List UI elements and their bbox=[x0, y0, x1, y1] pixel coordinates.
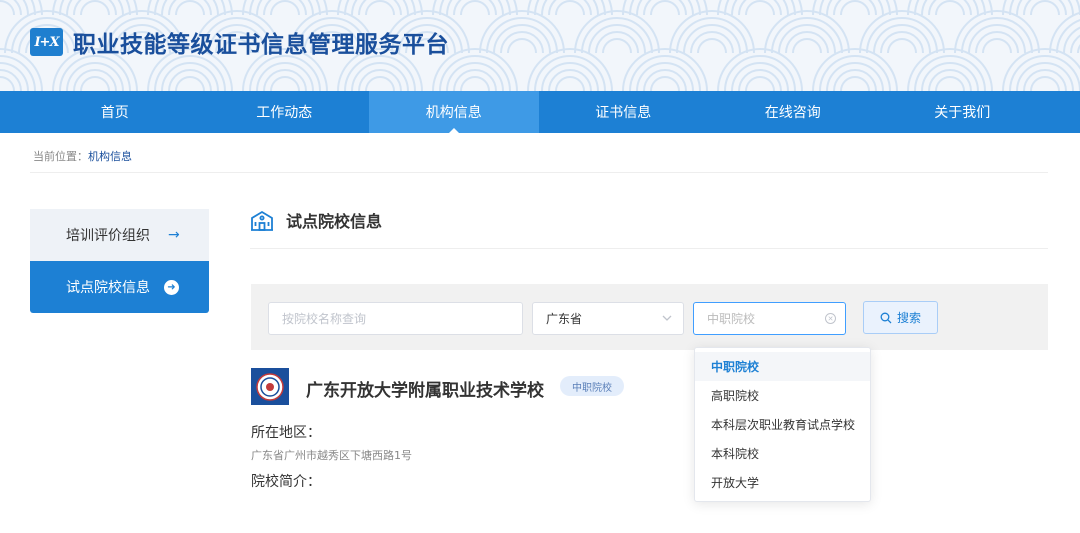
breadcrumb-current[interactable]: 机构信息 bbox=[88, 150, 132, 163]
school-emblem bbox=[251, 368, 289, 405]
sidebar-item-label: 培训评价组织 bbox=[66, 228, 150, 244]
site-title: 职业技能等级证书信息管理服务平台 bbox=[73, 32, 449, 58]
intro-label: 院校简介： bbox=[251, 474, 321, 490]
dropdown-option[interactable]: 本科院校 bbox=[695, 439, 870, 468]
region-value: 广东省广州市越秀区下塘西路1号 bbox=[251, 449, 412, 462]
breadcrumb-prefix: 当前位置： bbox=[33, 150, 88, 163]
nav-item-work-news[interactable]: 工作动态 bbox=[200, 91, 370, 133]
chevron-down-icon bbox=[662, 315, 672, 321]
nav-item-online-consult[interactable]: 在线咨询 bbox=[708, 91, 878, 133]
nav-item-certificate-info[interactable]: 证书信息 bbox=[539, 91, 709, 133]
arrow-circle-icon: ➜ bbox=[164, 279, 179, 295]
dropdown-option[interactable]: 本科层次职业教育试点学校 bbox=[695, 410, 870, 439]
section-title: 试点院校信息 bbox=[286, 212, 383, 231]
dropdown-option[interactable]: 开放大学 bbox=[695, 468, 870, 497]
province-select-value: 广东省 bbox=[546, 312, 583, 326]
nav-item-home[interactable]: 首页 bbox=[30, 91, 200, 133]
search-panel: 按院校名称查询 广东省 中职院校 ✕ 搜索 bbox=[251, 284, 1048, 350]
dropdown-option[interactable]: 高职院校 bbox=[695, 381, 870, 410]
header-banner: I+X 职业技能等级证书信息管理服务平台 bbox=[0, 0, 1080, 91]
nav-item-about-us[interactable]: 关于我们 bbox=[878, 91, 1048, 133]
nav-item-institution-info[interactable]: 机构信息 bbox=[369, 91, 539, 133]
search-button[interactable]: 搜索 bbox=[863, 301, 938, 334]
school-building-icon bbox=[251, 210, 273, 231]
section-header: 试点院校信息 bbox=[250, 208, 382, 232]
school-type-dropdown: 中职院校 高职院校 本科层次职业教育试点学校 本科院校 开放大学 bbox=[694, 347, 871, 502]
school-type-select[interactable]: 中职院校 ✕ bbox=[693, 302, 846, 335]
sidebar-item-pilot-schools[interactable]: 试点院校信息 ➜ bbox=[30, 261, 209, 313]
search-button-label: 搜索 bbox=[896, 311, 921, 325]
search-icon bbox=[880, 312, 892, 323]
divider bbox=[250, 248, 1048, 249]
brand[interactable]: I+X 职业技能等级证书信息管理服务平台 bbox=[30, 26, 449, 58]
dropdown-option[interactable]: 中职院校 bbox=[695, 352, 870, 381]
school-name[interactable]: 广东开放大学附属职业技术学校 bbox=[306, 376, 544, 401]
clear-icon[interactable]: ✕ bbox=[825, 313, 836, 324]
region-label: 所在地区： bbox=[251, 425, 321, 441]
province-select[interactable]: 广东省 bbox=[532, 302, 684, 335]
school-type-badge: 中职院校 bbox=[560, 376, 624, 396]
main-nav: 首页 工作动态 机构信息 证书信息 在线咨询 关于我们 bbox=[0, 91, 1080, 133]
site-logo: I+X bbox=[30, 28, 63, 56]
school-seal-icon bbox=[256, 372, 284, 401]
sidebar-item-label: 试点院校信息 bbox=[66, 280, 150, 296]
arrow-right-icon: → bbox=[168, 227, 180, 243]
school-name-input[interactable]: 按院校名称查询 bbox=[268, 302, 523, 335]
school-type-placeholder: 中职院校 bbox=[707, 312, 756, 326]
breadcrumb: 当前位置：机构信息 bbox=[33, 148, 132, 164]
divider bbox=[30, 172, 1048, 173]
sidebar-item-training-orgs[interactable]: 培训评价组织 → bbox=[30, 209, 209, 261]
